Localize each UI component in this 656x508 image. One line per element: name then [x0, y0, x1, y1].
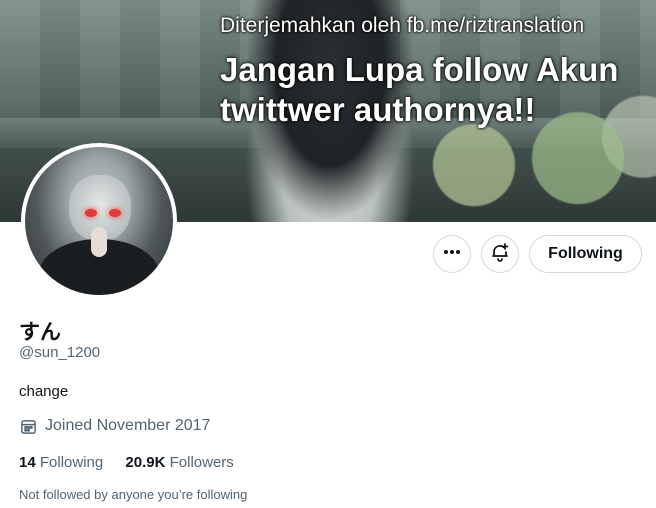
- following-link[interactable]: 14 Following: [19, 454, 107, 471]
- avatar-hand: [91, 227, 107, 257]
- followers-label: Followers: [169, 454, 234, 471]
- bio: change: [19, 383, 69, 400]
- banner-credit-text: Diterjemahkan oleh fb.me/riztranslation: [220, 14, 585, 37]
- joined-text: Joined November 2017: [45, 417, 211, 434]
- avatar[interactable]: [21, 143, 177, 299]
- following-label: Following: [39, 454, 104, 471]
- followers-count: 20.9K: [125, 454, 166, 471]
- avatar-left-eye: [85, 209, 97, 217]
- avatar-right-eye: [109, 209, 121, 217]
- notifications-button[interactable]: [481, 235, 519, 273]
- following-count: 14: [19, 454, 36, 471]
- calendar-icon: [20, 418, 37, 435]
- mutuals-note: Not followed by anyone you’re following: [19, 487, 248, 502]
- follow-stats: 14 Following 20.9K Followers: [19, 454, 252, 471]
- bell-plus-icon: [490, 242, 510, 267]
- more-button[interactable]: [433, 235, 471, 273]
- followers-link[interactable]: 20.9K Followers: [125, 454, 233, 471]
- banner-headline-text: Jangan Lupa follow Akun twittwer authorn…: [220, 51, 619, 128]
- more-horizontal-icon: [442, 242, 462, 267]
- user-handle: @sun_1200: [19, 344, 101, 361]
- joined-date: Joined November 2017: [20, 417, 210, 435]
- display-name: すん: [19, 320, 61, 344]
- following-button[interactable]: Following: [529, 235, 642, 273]
